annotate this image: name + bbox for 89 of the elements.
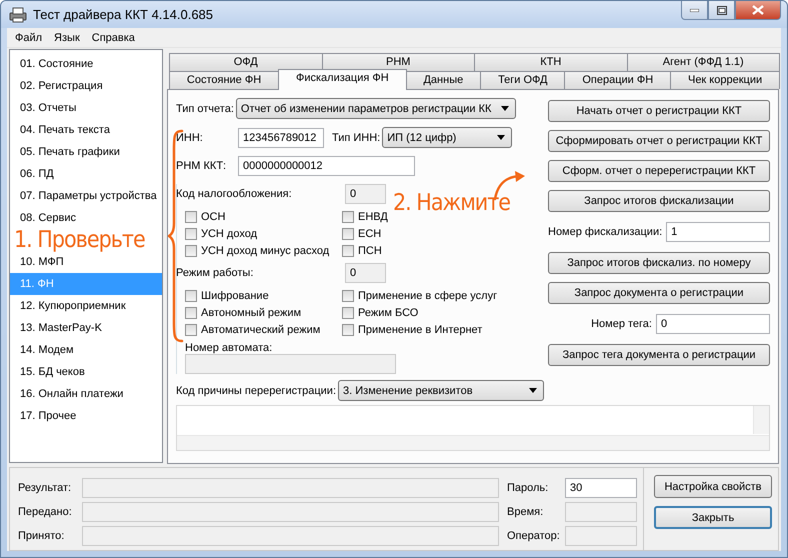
vertical-scrollbar[interactable] bbox=[753, 406, 769, 434]
tab[interactable]: Агент (ФФД 1.1) bbox=[626, 53, 780, 71]
checkbox-option[interactable]: ОСН bbox=[185, 208, 342, 225]
checkbox-option[interactable]: УСН доход минус расход bbox=[185, 242, 342, 259]
sidebar-item[interactable]: 15. БД чеков bbox=[10, 361, 162, 383]
field-label: Тип отчета: bbox=[176, 102, 234, 114]
checkbox-option[interactable]: Шифрование bbox=[185, 287, 342, 304]
inn-field[interactable]: 123456789012 bbox=[238, 128, 324, 148]
close-button[interactable] bbox=[735, 1, 781, 20]
sidebar-item[interactable]: 14. Модем bbox=[10, 339, 162, 361]
checkbox-option[interactable]: Применение в Интернет bbox=[342, 321, 536, 338]
checkbox-option[interactable]: Применение в сфере услуг bbox=[342, 287, 536, 304]
caret-icon bbox=[529, 388, 538, 393]
action-button[interactable]: Запрос итогов фискализации bbox=[548, 190, 770, 212]
sidebar-item[interactable]: 10. МФП bbox=[10, 251, 162, 273]
sidebar-item[interactable]: 01. Состояние bbox=[10, 53, 162, 75]
sidebar-item[interactable]: 02. Регистрация bbox=[10, 75, 162, 97]
tab[interactable]: РНМ bbox=[322, 53, 475, 71]
dialog-button[interactable]: Настройка свойств bbox=[654, 475, 772, 498]
field-label: ИНН: bbox=[176, 132, 204, 144]
field-label: Код причины перерегистрации: bbox=[176, 384, 336, 396]
status-label: Передано: bbox=[18, 506, 73, 518]
dialog-button[interactable]: Закрыть bbox=[654, 506, 772, 529]
reason-dropdown[interactable]: 3. Изменение реквизитов bbox=[338, 380, 544, 401]
action-button[interactable]: Начать отчет о регистрации ККТ bbox=[548, 100, 770, 122]
sidebar-item[interactable]: 12. Купюроприемник bbox=[10, 295, 162, 317]
field-label: Режим работы: bbox=[176, 267, 254, 279]
sidebar-item[interactable]: 13. MasterPay-K bbox=[10, 317, 162, 339]
work-mode-field: 0 bbox=[345, 263, 386, 283]
menu-item[interactable]: Язык bbox=[48, 32, 86, 44]
number-field[interactable]: 0 bbox=[656, 314, 770, 334]
checkbox-option[interactable]: ПСН bbox=[342, 242, 536, 259]
close-icon bbox=[752, 5, 764, 15]
status-label: Оператор: bbox=[507, 530, 561, 542]
sidebar-item[interactable]: 03. Отчеты bbox=[10, 97, 162, 119]
tab[interactable]: Состояние ФН bbox=[169, 71, 280, 89]
sidebar-item[interactable]: 04. Печать текста bbox=[10, 119, 162, 141]
sidebar-item[interactable]: 05. Печать графики bbox=[10, 141, 162, 163]
action-button[interactable]: Сформировать отчет о регистрации ККТ bbox=[548, 130, 770, 152]
minimize-icon bbox=[690, 8, 699, 12]
tab[interactable]: Чек коррекции bbox=[670, 71, 780, 89]
horizontal-scrollbar[interactable] bbox=[177, 435, 769, 450]
status-label: Пароль: bbox=[507, 482, 550, 494]
handwritten-note: 1. Проверьте bbox=[14, 227, 145, 253]
tab[interactable]: Фискализация ФН bbox=[278, 69, 407, 90]
field-label: Код налогообложения: bbox=[176, 188, 293, 200]
sidebar-item[interactable]: 07. Параметры устройства bbox=[10, 185, 162, 207]
tab[interactable]: Теги ОФД bbox=[480, 71, 566, 89]
inn-type-dropdown[interactable]: ИП (12 цифр) bbox=[382, 127, 512, 148]
menu-item[interactable]: Файл bbox=[9, 32, 48, 44]
action-button[interactable]: Запрос тега документа о регистрации bbox=[548, 344, 770, 366]
maximize-button[interactable] bbox=[708, 1, 735, 20]
action-button[interactable]: Сформ. отчет о перерегистрации ККТ bbox=[548, 160, 770, 182]
status-label: Результат: bbox=[18, 482, 72, 494]
caret-icon bbox=[497, 135, 506, 140]
checkbox-option[interactable]: ЕСН bbox=[342, 225, 536, 242]
window-title: Тест драйвера ККТ 4.14.0.685 bbox=[33, 7, 214, 22]
rnm-field[interactable]: 0000000000012 bbox=[238, 156, 415, 176]
caret-icon bbox=[500, 106, 509, 111]
tab[interactable]: Данные bbox=[406, 71, 482, 89]
tab[interactable]: Операции ФН bbox=[564, 71, 672, 89]
field-label: Номер фискализации: bbox=[548, 226, 662, 238]
maximize-icon bbox=[716, 6, 726, 14]
handwritten-note: 2. Нажмите bbox=[393, 190, 510, 216]
status-label: Время: bbox=[507, 506, 544, 518]
number-field[interactable]: 1 bbox=[666, 222, 770, 242]
printer-icon bbox=[9, 6, 27, 22]
minimize-button[interactable] bbox=[681, 1, 708, 20]
report-type-dropdown[interactable]: Отчет об изменении параметров регистрации КК bbox=[236, 98, 516, 119]
checkbox-option[interactable]: Автоматический режим bbox=[185, 321, 342, 338]
tab[interactable]: КТН bbox=[474, 53, 628, 71]
field-label: Тип ИНН: bbox=[332, 132, 380, 144]
status-field[interactable]: 30 bbox=[565, 478, 637, 498]
status-label: Принято: bbox=[18, 530, 66, 542]
tax-code-field: 0 bbox=[345, 184, 386, 204]
sidebar-item[interactable]: 16. Онлайн платежи bbox=[10, 383, 162, 405]
action-button[interactable]: Запрос итогов фискализ. по номеру bbox=[548, 252, 770, 274]
action-button[interactable]: Запрос документа о регистрации bbox=[548, 282, 770, 304]
tab[interactable]: ОФД bbox=[169, 53, 322, 71]
field-label: РНМ ККТ: bbox=[176, 160, 228, 172]
checkbox-option[interactable]: Автономный режим bbox=[185, 304, 342, 321]
sidebar-item[interactable]: 17. Прочее bbox=[10, 405, 162, 427]
sidebar-item[interactable]: 06. ПД bbox=[10, 163, 162, 185]
sidebar-item[interactable]: 08. Сервис bbox=[10, 207, 162, 229]
checkbox-option[interactable]: УСН доход bbox=[185, 225, 342, 242]
field-label: Номер автомата: bbox=[185, 342, 272, 354]
checkbox-option[interactable]: Режим БСО bbox=[342, 304, 536, 321]
field-label: Номер тега: bbox=[590, 318, 652, 330]
menu-item[interactable]: Справка bbox=[86, 32, 141, 44]
